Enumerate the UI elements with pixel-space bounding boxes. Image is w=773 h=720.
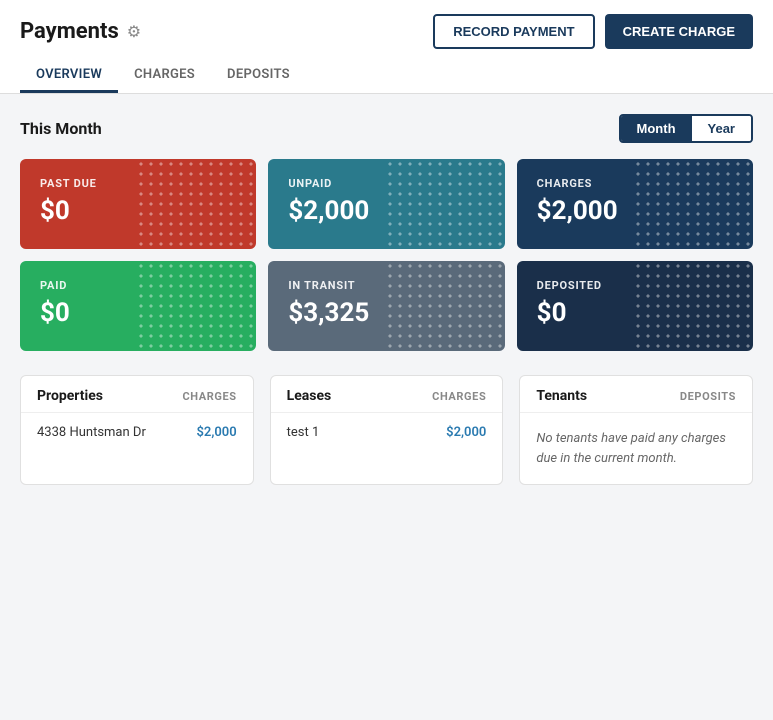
properties-header: Properties CHARGES — [21, 376, 253, 413]
properties-title: Properties — [37, 388, 103, 404]
header-buttons: RECORD PAYMENT CREATE CHARGE — [433, 14, 753, 49]
paid-value: $0 — [40, 298, 236, 328]
tab-deposits[interactable]: DEPOSITS — [211, 59, 306, 93]
tenants-empty-message: No tenants have paid any charges due in … — [520, 413, 752, 484]
record-payment-button[interactable]: RECORD PAYMENT — [433, 14, 594, 49]
tenants-section: Tenants DEPOSITS No tenants have paid an… — [519, 375, 753, 485]
in-transit-value: $3,325 — [288, 298, 484, 328]
tenants-column-label: DEPOSITS — [680, 390, 736, 403]
leases-title: Leases — [287, 388, 332, 404]
unpaid-value: $2,000 — [288, 196, 484, 226]
in-transit-card: IN TRANSIT $3,325 — [268, 261, 504, 351]
in-transit-label: IN TRANSIT — [288, 279, 484, 292]
list-item: test 1 $2,000 — [271, 413, 503, 452]
tenants-header: Tenants DEPOSITS — [520, 376, 752, 413]
charges-label: CHARGES — [537, 177, 733, 190]
lease-value[interactable]: $2,000 — [446, 425, 486, 440]
tenants-title: Tenants — [536, 388, 587, 404]
stats-cards-grid: PAST DUE $0 UNPAID $2,000 CHARGES $2,000… — [20, 159, 753, 351]
unpaid-card: UNPAID $2,000 — [268, 159, 504, 249]
section-title: This Month — [20, 119, 102, 138]
leases-column-label: CHARGES — [432, 390, 486, 403]
property-name: 4338 Huntsman Dr — [37, 425, 146, 440]
past-due-value: $0 — [40, 196, 236, 226]
lease-name: test 1 — [287, 425, 320, 440]
past-due-label: PAST DUE — [40, 177, 236, 190]
page-title-row: Payments ⚙ — [20, 19, 141, 44]
create-charge-button[interactable]: CREATE CHARGE — [605, 14, 753, 49]
year-toggle-button[interactable]: Year — [692, 116, 751, 141]
property-value[interactable]: $2,000 — [196, 425, 236, 440]
list-item: 4338 Huntsman Dr $2,000 — [21, 413, 253, 452]
top-header: Payments ⚙ RECORD PAYMENT CREATE CHARGE — [20, 14, 753, 59]
unpaid-label: UNPAID — [288, 177, 484, 190]
paid-card: PAID $0 — [20, 261, 256, 351]
section-header: This Month Month Year — [20, 114, 753, 143]
properties-column-label: CHARGES — [182, 390, 236, 403]
tab-overview[interactable]: OVERVIEW — [20, 59, 118, 93]
past-due-card: PAST DUE $0 — [20, 159, 256, 249]
bottom-grid: Properties CHARGES 4338 Huntsman Dr $2,0… — [20, 375, 753, 485]
deposited-value: $0 — [537, 298, 733, 328]
paid-label: PAID — [40, 279, 236, 292]
deposited-card: DEPOSITED $0 — [517, 261, 753, 351]
main-content: This Month Month Year PAST DUE $0 UNPAID… — [0, 94, 773, 505]
leases-header: Leases CHARGES — [271, 376, 503, 413]
charges-value: $2,000 — [537, 196, 733, 226]
page-title: Payments — [20, 19, 119, 44]
top-bar: Payments ⚙ RECORD PAYMENT CREATE CHARGE … — [0, 0, 773, 94]
properties-section: Properties CHARGES 4338 Huntsman Dr $2,0… — [20, 375, 254, 485]
gear-icon[interactable]: ⚙ — [127, 22, 141, 41]
month-toggle-button[interactable]: Month — [621, 116, 692, 141]
leases-section: Leases CHARGES test 1 $2,000 — [270, 375, 504, 485]
nav-tabs: OVERVIEW CHARGES DEPOSITS — [20, 59, 753, 93]
charges-card: CHARGES $2,000 — [517, 159, 753, 249]
time-toggle-group: Month Year — [619, 114, 753, 143]
tab-charges[interactable]: CHARGES — [118, 59, 211, 93]
deposited-label: DEPOSITED — [537, 279, 733, 292]
